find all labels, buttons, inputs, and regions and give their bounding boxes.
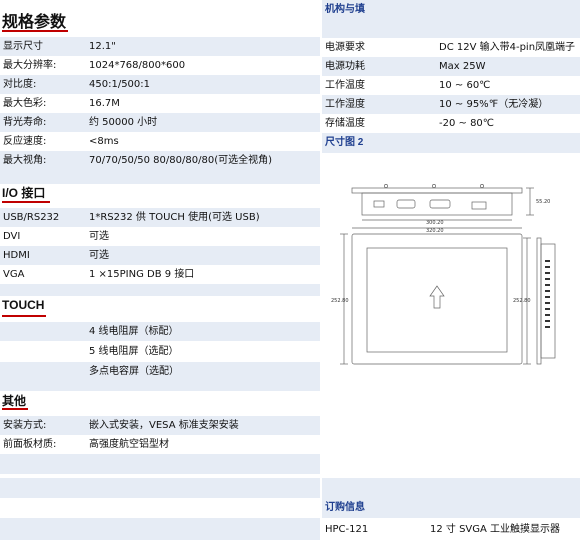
left-column: 规格参数 显示尺寸 12.1" 最大分辨率: 1024*768/800*600 对比… [0, 0, 320, 540]
spec-key: 反应速度: [3, 136, 47, 147]
touch-value: 4 线电阻屏（标配） [89, 326, 179, 337]
mech-row: 电源要求 DC 12V 输入带4-pin凤凰端子 [322, 38, 580, 57]
spec-row: 显示尺寸 12.1" [0, 37, 320, 56]
order-row: HPC-121 12 寸 SVGA 工业触摸显示器 [322, 519, 580, 540]
io-title: I/O 接口 [2, 186, 46, 200]
spec-title: 规格参数 [2, 14, 67, 31]
order-desc: 12 寸 SVGA 工业触摸显示器 [430, 524, 561, 535]
mech-row: 电源功耗 Max 25W [322, 57, 580, 76]
mech-title: 机构与填 [322, 0, 580, 20]
spec-value: 16.7M [89, 98, 120, 109]
touch-value: 多点电容屏（选配） [89, 366, 179, 377]
mech-value: 10 ~ 60℃ [439, 80, 491, 91]
mech-key: 电源功耗 [325, 61, 365, 72]
dim-label-top-height: 55.20 [536, 199, 550, 205]
io-value: 1 ×15PING DB 9 接口 [89, 269, 195, 280]
spec-row: 背光寿命: 约 50000 小时 [0, 113, 320, 132]
spec-row: 最大色彩: 16.7M [0, 94, 320, 113]
spec-row: 最大分辨率: 1024*768/800*600 [0, 56, 320, 75]
spec-row: 对比度: 450:1/500:1 [0, 75, 320, 94]
empty-row [322, 20, 580, 38]
spec-value: 450:1/500:1 [89, 79, 151, 90]
spec-value: 约 50000 小时 [89, 117, 158, 128]
order-model: HPC-121 [325, 524, 369, 535]
spec-value: 1024*768/800*600 [89, 60, 186, 71]
empty-row [0, 478, 320, 498]
dimension-drawing: 55.20 300.20 320.20 252.80 252.80 [331, 184, 556, 365]
spec-row: 最大视角: 70/70/50/50 80/80/80/80(可选全视角) [0, 151, 320, 170]
io-value: 可选 [89, 231, 109, 242]
mech-value: Max 25W [439, 61, 486, 72]
empty-row [322, 478, 580, 498]
other-title: 其他 [2, 394, 27, 408]
order-title: 订购信息 [322, 498, 580, 518]
mech-row: 存储温度 -20 ~ 80℃ [322, 114, 580, 133]
right-column: 机构与填 电源要求 DC 12V 输入带4-pin凤凰端子 电源功耗 Max 25W… [322, 0, 580, 540]
io-row: VGA 1 ×15PING DB 9 接口 [0, 265, 320, 284]
mech-key: 工作温度 [325, 80, 365, 91]
other-key: 前面板材质: [3, 439, 57, 450]
io-key: USB/RS232 [3, 212, 60, 223]
empty-row [0, 454, 320, 474]
top-view-body [361, 192, 513, 216]
touch-value: 5 线电阻屏（选配） [89, 346, 179, 357]
io-value: 1*RS232 供 TOUCH 使用(可选 USB) [89, 212, 260, 223]
front-view-screen [366, 247, 508, 353]
mech-key: 存储温度 [325, 118, 365, 129]
dim-label-outer-width: 320.20 [426, 228, 444, 234]
io-key: HDMI [3, 250, 30, 261]
touch-row: 多点电容屏（选配） [0, 362, 320, 381]
dim-label-side-height: 252.80 [513, 298, 531, 304]
other-value: 嵌入式安装，VESA 标准支架安装 [89, 420, 239, 431]
spec-key: 对比度: [3, 79, 37, 90]
io-row: USB/RS232 1*RS232 供 TOUCH 使用(可选 USB) [0, 208, 320, 227]
top-view-flange [351, 187, 523, 194]
spec-key: 最大分辨率: [3, 60, 57, 71]
spacer-band [0, 284, 320, 296]
spec-key: 显示尺寸 [3, 41, 43, 52]
mech-value: DC 12V 输入带4-pin凤凰端子 [439, 42, 576, 53]
dim-label-front-height: 252.80 [331, 298, 349, 304]
spec-key: 最大色彩: [3, 98, 47, 109]
io-value: 可选 [89, 250, 109, 261]
spec-value: 12.1" [89, 41, 116, 52]
mech-key: 工作湿度 [325, 99, 365, 110]
spec-key: 最大视角: [3, 155, 47, 166]
io-row: HDMI 可选 [0, 246, 320, 265]
mech-key: 电源要求 [325, 42, 365, 53]
touch-title: TOUCH [2, 298, 45, 312]
other-key: 安装方式: [3, 420, 47, 431]
mech-row: 工作温度 10 ~ 60℃ [322, 76, 580, 95]
io-row: DVI 可选 [0, 227, 320, 246]
other-row: 安装方式: 嵌入式安装，VESA 标准支架安装 [0, 416, 320, 435]
empty-row [0, 518, 320, 540]
spec-value: <8ms [89, 136, 119, 147]
spec-row: 反应速度: <8ms [0, 132, 320, 151]
spec-key: 背光寿命: [3, 117, 47, 128]
other-row: 前面板材质: 高强度航空铝型材 [0, 435, 320, 454]
other-value: 高强度航空铝型材 [89, 439, 169, 450]
front-view-bezel [351, 233, 523, 365]
dim-label-inner-width: 300.20 [426, 220, 444, 226]
touch-row: 4 线电阻屏（标配） [0, 322, 320, 341]
mech-value: 10 ~ 95%℉（无冷凝） [439, 99, 549, 110]
spacer-band [0, 170, 320, 184]
mech-row: 工作湿度 10 ~ 95%℉（无冷凝） [322, 95, 580, 114]
io-title-underline [2, 201, 50, 203]
spec-title-underline [2, 30, 68, 32]
touch-row: 5 线电阻屏（选配） [0, 342, 320, 361]
dims-title: 尺寸图 2 [322, 133, 580, 153]
spec-value: 70/70/50/50 80/80/80/80(可选全视角) [89, 155, 272, 166]
spacer-band [0, 381, 320, 391]
other-title-underline [2, 408, 28, 410]
io-key: DVI [3, 231, 21, 242]
mech-value: -20 ~ 80℃ [439, 118, 495, 129]
io-key: VGA [3, 269, 25, 280]
touch-title-underline [2, 315, 46, 317]
